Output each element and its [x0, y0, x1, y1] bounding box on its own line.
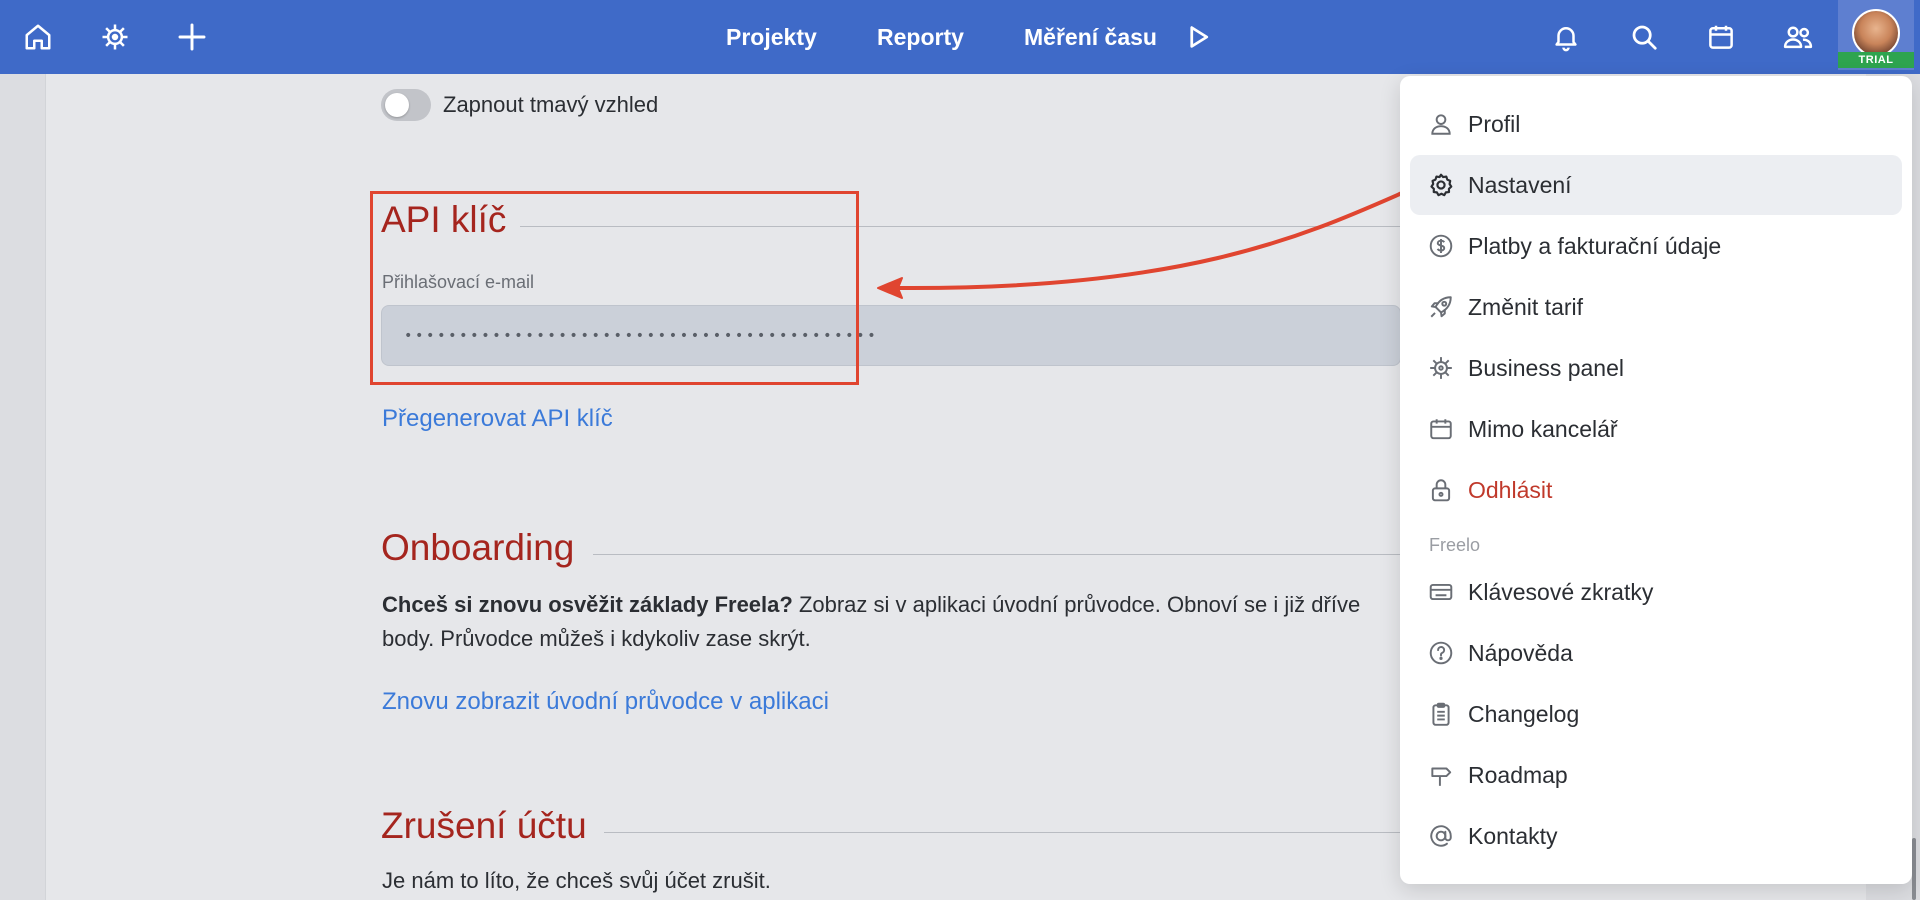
keyboard-icon [1429, 583, 1453, 601]
section-divider [520, 226, 1400, 227]
user-dropdown-menu: Profil Nastavení Platby a fakturační úda… [1400, 76, 1912, 884]
menu-label: Klávesové zkratky [1468, 578, 1654, 605]
calendar-icon[interactable] [1694, 0, 1748, 74]
onboarding-description: Chceš si znovu osvěžit základy Freela? Z… [382, 588, 1402, 656]
dark-mode-toggle[interactable] [381, 89, 431, 121]
nav-projects[interactable]: Projekty [726, 0, 817, 74]
trial-badge: TRIAL [1838, 52, 1914, 68]
scrollbar-thumb[interactable] [1912, 838, 1916, 900]
dark-mode-label: Zapnout tmavý vzhled [443, 92, 659, 117]
menu-label: Nastavení [1468, 171, 1572, 198]
menu-label: Profil [1468, 110, 1521, 137]
menu-label: Business panel [1468, 354, 1624, 381]
menu-label: Changelog [1468, 700, 1580, 727]
menu-label: Kontakty [1468, 822, 1558, 849]
menu-label: Roadmap [1468, 761, 1568, 788]
onboarding-text-line2: body. Průvodce můžeš i kdykoliv zase skr… [382, 626, 811, 651]
nav-reports[interactable]: Reporty [877, 0, 964, 74]
rocket-icon [1430, 296, 1452, 318]
menu-item-change-plan[interactable]: Změnit tarif [1410, 277, 1902, 337]
menu-label: Nápověda [1468, 639, 1573, 666]
home-icon[interactable] [11, 0, 65, 74]
onboarding-heading: Onboarding [381, 527, 575, 568]
menu-item-settings[interactable]: Nastavení [1410, 155, 1902, 215]
section-divider [604, 832, 1400, 833]
signpost-icon [1431, 767, 1452, 786]
api-key-heading: API klíč [381, 199, 507, 240]
top-navigation-bar: Projekty Reporty Měření času TRIAL [0, 0, 1920, 74]
lock-icon [1431, 479, 1451, 502]
nav-time-tracking[interactable]: Měření času [1024, 0, 1157, 74]
ship-wheel-icon [1430, 357, 1452, 379]
bell-icon[interactable] [1539, 0, 1593, 74]
search-icon[interactable] [1617, 0, 1671, 74]
section-divider [593, 554, 1400, 555]
menu-item-out-of-office[interactable]: Mimo kancelář [1410, 399, 1902, 459]
menu-item-help[interactable]: Nápověda [1410, 623, 1902, 683]
cancel-account-text: Je nám to líto, že chceš svůj účet zruši… [382, 868, 771, 893]
toggle-knob [385, 93, 409, 117]
plus-icon[interactable] [165, 0, 219, 74]
ship-wheel-icon[interactable] [88, 0, 142, 74]
show-onboarding-link[interactable]: Znovu zobrazit úvodní průvodce v aplikac… [382, 688, 829, 716]
menu-section-label: Freelo [1429, 535, 1481, 555]
menu-label: Odhlásit [1468, 476, 1553, 503]
at-sign-icon [1430, 825, 1452, 847]
menu-item-profile[interactable]: Profil [1410, 94, 1902, 154]
menu-label: Platby a fakturační údaje [1468, 232, 1722, 259]
clipboard-icon [1432, 702, 1450, 726]
gear-icon [1430, 173, 1453, 197]
play-icon[interactable] [1171, 0, 1225, 74]
menu-item-keyboard-shortcuts[interactable]: Klávesové zkratky [1410, 562, 1902, 622]
user-avatar-button[interactable]: TRIAL [1838, 0, 1914, 70]
menu-label: Mimo kancelář [1468, 415, 1618, 442]
dollar-circle-icon [1429, 234, 1453, 258]
user-icon [1431, 114, 1451, 135]
left-gutter [0, 74, 46, 900]
cancel-account-heading: Zrušení účtu [381, 805, 587, 846]
menu-item-changelog[interactable]: Changelog [1410, 684, 1902, 744]
calendar-icon [1430, 419, 1452, 440]
menu-label: Změnit tarif [1468, 293, 1584, 320]
api-field-label: Přihlašovací e-mail [382, 272, 535, 292]
api-key-field[interactable]: ••••••••••••••••••••••••••••••••••••••••… [381, 305, 1401, 366]
onboarding-text-line1: Zobraz si v aplikaci úvodní průvodce. Ob… [792, 592, 1361, 617]
menu-item-contacts[interactable]: Kontakty [1410, 806, 1902, 866]
users-icon[interactable] [1771, 0, 1825, 74]
menu-item-business-panel[interactable]: Business panel [1410, 338, 1902, 398]
menu-item-billing[interactable]: Platby a fakturační údaje [1410, 216, 1902, 276]
avatar [1852, 9, 1900, 57]
help-circle-icon [1429, 641, 1453, 665]
menu-item-roadmap[interactable]: Roadmap [1410, 745, 1902, 805]
regenerate-api-key-link[interactable]: Přegenerovat API klíč [382, 405, 613, 433]
menu-item-logout[interactable]: Odhlásit [1410, 460, 1902, 520]
onboarding-lead: Chceš si znovu osvěžit základy Freela? [382, 592, 793, 617]
